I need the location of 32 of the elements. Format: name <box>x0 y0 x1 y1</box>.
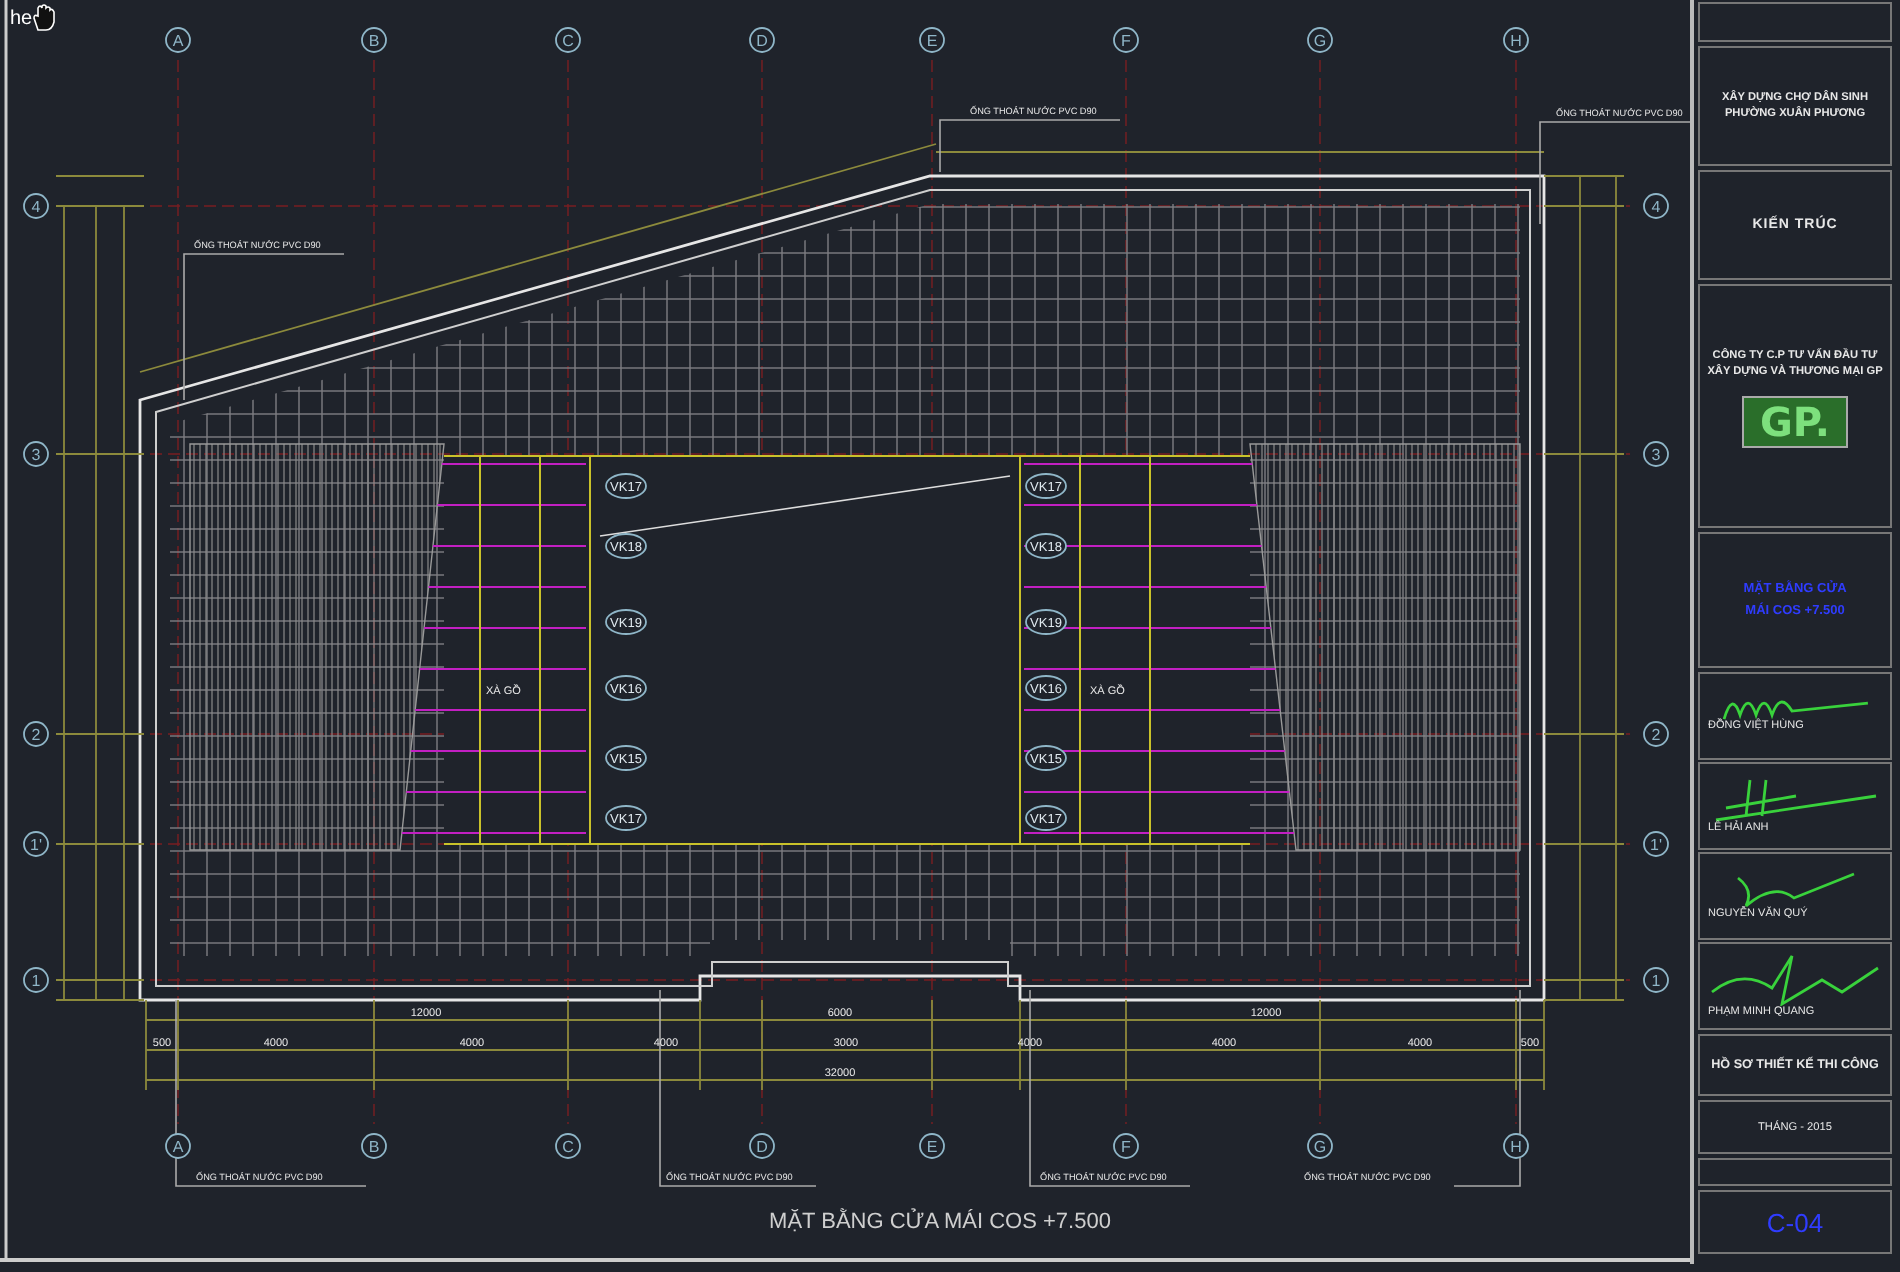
grid-axis-label: D <box>749 27 775 53</box>
grid-axis-label: A <box>165 27 191 53</box>
grid-axis-label: B <box>361 1133 387 1159</box>
grid-axis-label: 1 <box>1643 967 1669 993</box>
grid-axis-label: G <box>1307 1133 1333 1159</box>
grid-axis-label: G <box>1307 27 1333 53</box>
grid-axis-label: 3 <box>23 441 49 467</box>
grid-axis-label: 1 <box>23 967 49 993</box>
drawing-title: MẶT BẰNG CỬA MÁI COS +7.500 <box>769 1210 1111 1234</box>
cursor-text: he <box>10 7 33 29</box>
grid-axis-label: F <box>1113 27 1139 53</box>
grid-axis-label: H <box>1503 27 1529 53</box>
grid-axis-label: E <box>919 1133 945 1159</box>
grid-axis-label: 2 <box>23 721 49 747</box>
signature-drawing <box>1735 872 1855 908</box>
grid-axis-label: C <box>555 27 581 53</box>
grid-axis-label: 1' <box>23 831 49 857</box>
grid-axis-label: A <box>165 1133 191 1159</box>
company-logo: GP. <box>1742 396 1848 448</box>
grid-axis-label: E <box>919 27 945 53</box>
grid-axis-label: C <box>555 1133 581 1159</box>
sheet-number: C-04 <box>1766 1207 1824 1237</box>
grid-axis-label: 2 <box>1643 721 1669 747</box>
grid-axis-label: 1' <box>1643 831 1669 857</box>
hand-cursor-icon <box>32 4 57 32</box>
grid-axis-label: 4 <box>1643 193 1669 219</box>
grid-axis-label: B <box>361 27 387 53</box>
grid-axis-label: H <box>1503 1133 1529 1159</box>
grid-axis-label: F <box>1113 1133 1139 1159</box>
grid-axis-label: 4 <box>23 193 49 219</box>
grid-axis-label: 3 <box>1643 441 1669 467</box>
grid-axis-label: D <box>749 1133 775 1159</box>
